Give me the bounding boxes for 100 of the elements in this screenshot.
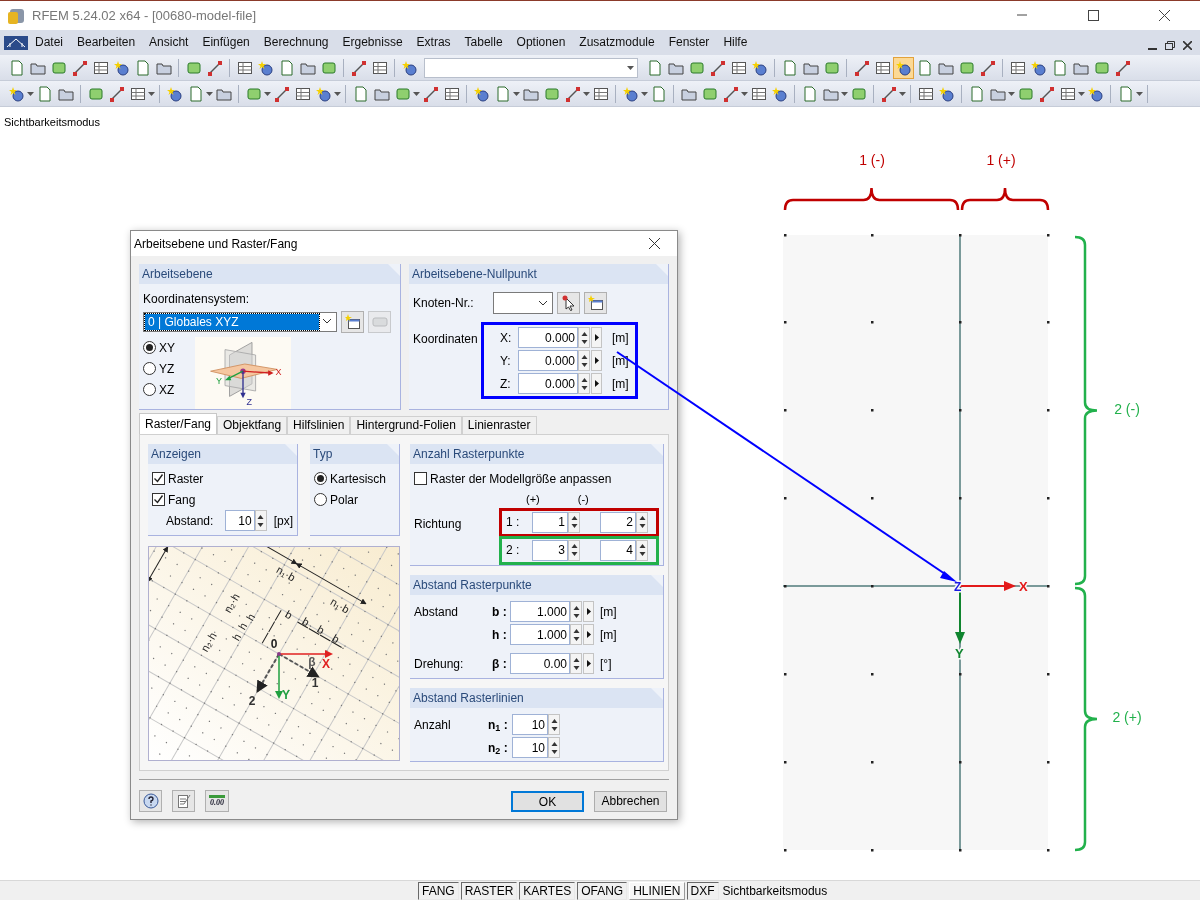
node-dropdown[interactable]: [493, 292, 553, 314]
number-field[interactable]: 0.000: [518, 327, 578, 348]
pick-node-button[interactable]: [557, 292, 580, 314]
radio-button[interactable]: [314, 472, 327, 485]
units-icon-text: 0.00: [210, 798, 224, 807]
menu-item[interactable]: Bearbeiten: [70, 30, 143, 55]
number-field[interactable]: 1: [532, 511, 568, 533]
spin-buttons[interactable]: [578, 350, 590, 371]
spin-buttons[interactable]: [636, 511, 648, 533]
status-toggle[interactable]: RASTER: [460, 881, 518, 900]
menu-arrow-button[interactable]: [583, 624, 594, 645]
dropdown-caret-icon[interactable]: [206, 91, 213, 96]
menu-item[interactable]: Zusatzmodule: [572, 30, 662, 55]
number-field[interactable]: 10: [224, 510, 255, 531]
number-field[interactable]: 0.000: [518, 373, 578, 394]
dropdown-caret-icon[interactable]: [334, 91, 341, 96]
menu-arrow-button[interactable]: [591, 350, 602, 371]
radio-button[interactable]: [143, 341, 156, 354]
dropdown-caret-icon[interactable]: [148, 91, 155, 96]
dropdown-caret-icon[interactable]: [264, 91, 271, 96]
dropdown-caret-icon[interactable]: [899, 91, 906, 96]
spin-buttons[interactable]: [548, 714, 560, 735]
status-toggle[interactable]: HLINIEN: [629, 881, 685, 900]
spin-buttons[interactable]: [570, 624, 582, 645]
spin-buttons[interactable]: [570, 601, 582, 622]
dropdown-caret-icon[interactable]: [27, 91, 34, 96]
number-field[interactable]: 1.000: [510, 624, 570, 645]
dropdown-caret-icon[interactable]: [1136, 91, 1143, 96]
number-field[interactable]: 0.00: [510, 653, 570, 674]
star-node-icon: [8, 85, 25, 102]
number-field[interactable]: 1.000: [510, 601, 570, 622]
tab[interactable]: Objektfang: [217, 416, 288, 434]
number-field[interactable]: 4: [600, 539, 636, 561]
status-toggle[interactable]: KARTES: [519, 881, 576, 900]
status-toggle[interactable]: OFANG: [577, 881, 628, 900]
field-label: 2 :: [506, 542, 521, 559]
menu-arrow-button[interactable]: [591, 327, 602, 348]
dropdown-caret-icon[interactable]: [413, 91, 420, 96]
menu-item[interactable]: Optionen: [509, 30, 573, 55]
dropdown-caret-icon[interactable]: [741, 91, 748, 96]
dropdown-caret-icon[interactable]: [1008, 91, 1015, 96]
coordinate-system-dropdown[interactable]: 0 | Globales XYZ: [143, 312, 337, 332]
menu-item[interactable]: Fenster: [661, 30, 717, 55]
new-icon: [344, 314, 361, 330]
diagram-label: n₁·b: [274, 563, 298, 584]
number-field[interactable]: 2: [600, 511, 636, 533]
tab[interactable]: Linienraster: [461, 416, 537, 434]
menu-arrow-button[interactable]: [591, 373, 602, 394]
menu-item[interactable]: Hilfe: [716, 30, 755, 55]
menu-item[interactable]: Einfügen: [195, 30, 257, 55]
menu-arrow-button[interactable]: [583, 653, 594, 674]
radio-button[interactable]: [143, 362, 156, 375]
menu-item[interactable]: Ergebnisse: [335, 30, 410, 55]
dropdown-caret-icon[interactable]: [841, 91, 848, 96]
new-button[interactable]: [341, 311, 364, 333]
close-icon[interactable]: [1183, 41, 1192, 50]
spin-buttons[interactable]: [568, 539, 580, 561]
notes-button[interactable]: [172, 790, 195, 812]
help-button[interactable]: [139, 790, 162, 812]
cancel-button[interactable]: Abbrechen: [594, 790, 667, 812]
star-node-icon: [401, 59, 418, 76]
tab[interactable]: Hilfslinien: [287, 416, 351, 434]
restore-icon[interactable]: [1165, 41, 1175, 50]
tab[interactable]: Raster/Fang: [139, 413, 218, 434]
spin-buttons[interactable]: [570, 653, 582, 674]
dropdown-caret-icon[interactable]: [1078, 91, 1085, 96]
new-icon: [587, 295, 604, 311]
number-field[interactable]: 3: [532, 539, 568, 561]
radio-button[interactable]: [314, 493, 327, 506]
number-field[interactable]: 10: [512, 737, 548, 758]
diagram-label: b: [330, 631, 342, 646]
menu-item[interactable]: Berechnung: [256, 30, 336, 55]
menu-item[interactable]: Datei: [28, 30, 70, 55]
radio-button[interactable]: [143, 383, 156, 396]
checkbox[interactable]: [152, 493, 165, 506]
ok-button[interactable]: OK: [511, 790, 584, 812]
spin-buttons[interactable]: [548, 737, 560, 758]
checkbox[interactable]: [414, 472, 427, 485]
dropdown-caret-icon[interactable]: [583, 91, 590, 96]
menu-item[interactable]: Tabelle: [457, 30, 510, 55]
dropdown-caret-icon[interactable]: [513, 91, 520, 96]
menu-item[interactable]: Extras: [409, 30, 458, 55]
number-field[interactable]: 10: [512, 714, 548, 735]
units-button[interactable]: 0.00: [205, 790, 229, 812]
box-icon: [823, 59, 840, 76]
tab[interactable]: Hintergrund-Folien: [350, 416, 462, 434]
new-button[interactable]: [584, 292, 607, 314]
dropdown-caret-icon[interactable]: [641, 91, 648, 96]
checkbox[interactable]: [152, 472, 165, 485]
model-window-icon[interactable]: [4, 35, 28, 50]
number-field[interactable]: 0.000: [518, 350, 578, 371]
toolbar-button[interactable]: [893, 56, 914, 79]
spin-buttons[interactable]: [578, 373, 590, 394]
menu-arrow-button[interactable]: [583, 601, 594, 622]
menu-item[interactable]: Ansicht: [142, 30, 196, 55]
status-toggle[interactable]: DXF: [686, 881, 719, 900]
spin-buttons[interactable]: [578, 327, 590, 348]
spin-buttons[interactable]: [568, 511, 580, 533]
status-toggle[interactable]: FANG: [418, 881, 459, 900]
spin-buttons[interactable]: [636, 539, 648, 561]
